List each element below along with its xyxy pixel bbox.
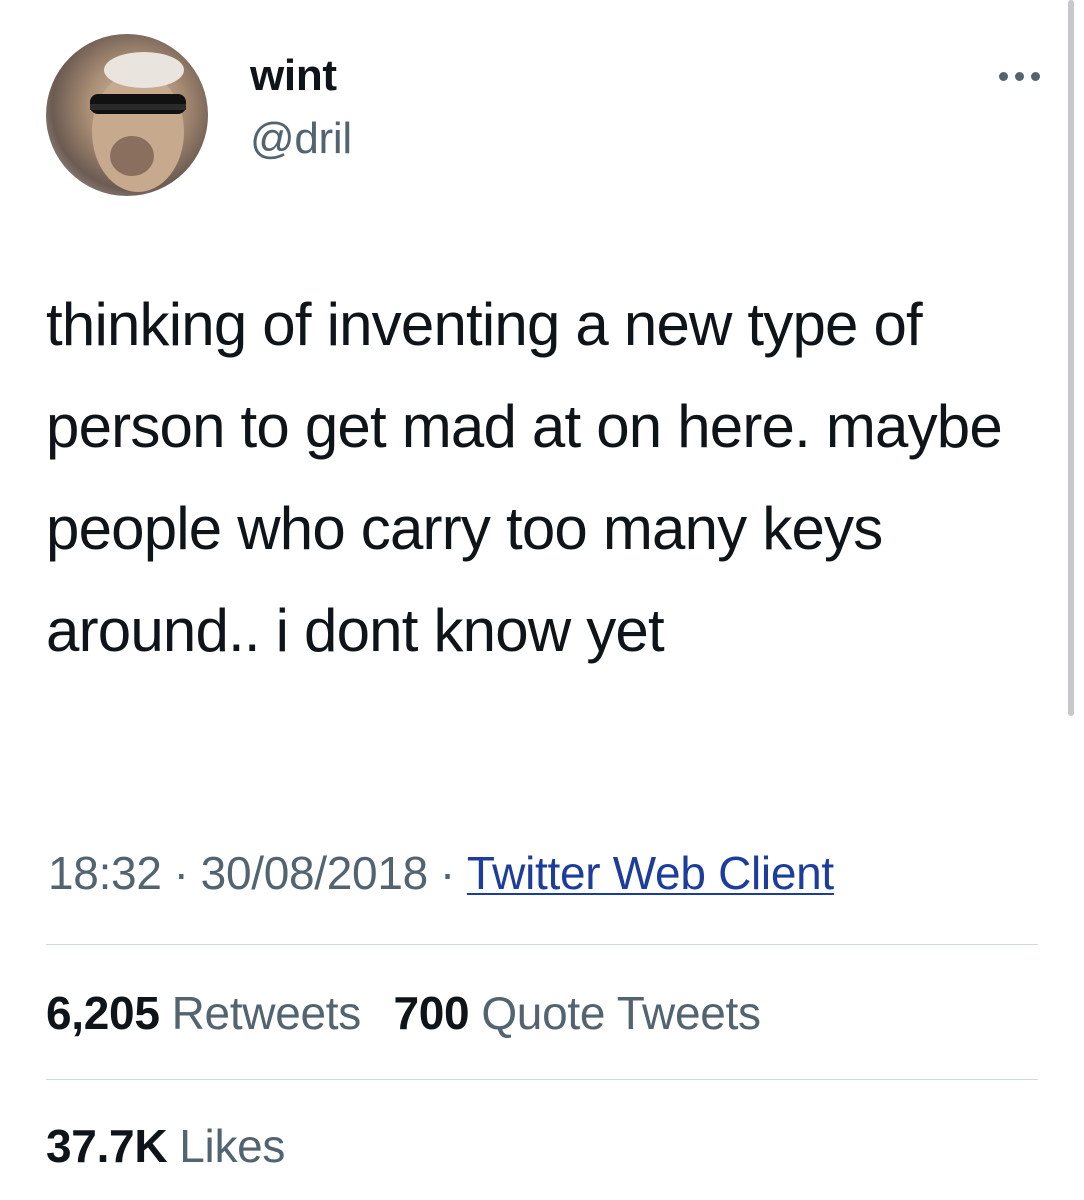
retweets-count: 6,205	[46, 987, 160, 1039]
retweets-stat[interactable]: 6,205 Retweets	[46, 987, 361, 1039]
divider	[46, 1079, 1038, 1080]
user-handle[interactable]: @dril	[250, 113, 352, 165]
display-name[interactable]: wint	[250, 50, 337, 102]
tweet-date[interactable]: 30/08/2018	[201, 847, 429, 899]
quote-tweets-stat[interactable]: 700 Quote Tweets	[393, 987, 761, 1039]
more-horizontal-icon	[1030, 71, 1040, 81]
engagement-stats: 6,205 Retweets 700 Quote Tweets	[46, 982, 781, 1044]
meta-separator: ·	[439, 847, 455, 899]
likes-row: 37.7K Likes	[46, 1115, 305, 1177]
likes-count: 37.7K	[46, 1120, 168, 1172]
more-options-button[interactable]	[984, 58, 1054, 94]
avatar-image	[90, 52, 186, 192]
quote-tweets-label: Quote Tweets	[481, 987, 761, 1039]
client-link[interactable]: Twitter Web Client	[467, 847, 834, 899]
tweet-time[interactable]: 18:32	[48, 847, 162, 899]
meta-separator: ·	[173, 847, 189, 899]
likes-label: Likes	[179, 1120, 286, 1172]
more-horizontal-icon	[1014, 71, 1024, 81]
avatar[interactable]	[46, 34, 208, 196]
more-horizontal-icon	[998, 71, 1008, 81]
tweet-metadata: 18:32 · 30/08/2018 · Twitter Web Client	[48, 842, 834, 904]
quote-tweets-count: 700	[393, 987, 470, 1039]
likes-stat[interactable]: 37.7K Likes	[46, 1120, 285, 1172]
tweet-text: thinking of inventing a new type of pers…	[46, 291, 1003, 664]
scrollbar[interactable]	[1068, 0, 1074, 716]
retweets-label: Retweets	[171, 987, 362, 1039]
divider	[46, 944, 1038, 945]
